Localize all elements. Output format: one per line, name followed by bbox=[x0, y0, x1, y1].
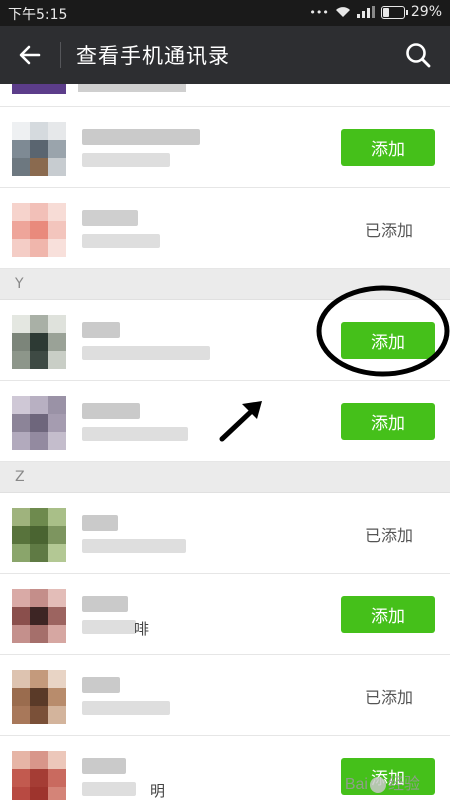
avatar bbox=[12, 508, 66, 562]
avatar bbox=[12, 396, 66, 450]
contact-name-blurred bbox=[82, 129, 200, 145]
signal-icon bbox=[356, 6, 375, 18]
list-item[interactable] bbox=[0, 84, 450, 107]
page-title: 查看手机通讯录 bbox=[76, 44, 230, 68]
avatar bbox=[12, 84, 66, 94]
contact-detail-tail: 啡 bbox=[134, 620, 150, 638]
list-item[interactable]: 已添加 bbox=[0, 655, 450, 736]
contact-name-blurred bbox=[82, 758, 126, 774]
contact-name-blurred bbox=[82, 322, 120, 338]
avatar bbox=[12, 589, 66, 643]
avatar bbox=[12, 315, 66, 369]
status-time: 下午5:15 bbox=[8, 7, 68, 23]
add-button[interactable]: 添加 bbox=[341, 322, 435, 359]
battery-percent: 29% bbox=[410, 4, 442, 20]
contact-detail-blurred bbox=[82, 539, 186, 553]
baidu-watermark: Bai 经验 bbox=[344, 776, 420, 793]
back-arrow-icon bbox=[19, 45, 41, 65]
app-bar: 查看手机通讯录 bbox=[0, 26, 450, 84]
contact-detail-tail: 明 bbox=[150, 782, 166, 800]
list-item[interactable]: 添加 bbox=[0, 300, 450, 381]
contact-detail-blurred bbox=[82, 782, 136, 796]
app-bar-divider bbox=[60, 42, 61, 68]
contact-detail-blurred bbox=[82, 701, 170, 715]
add-button[interactable]: 添加 bbox=[341, 403, 435, 440]
avatar bbox=[12, 670, 66, 724]
contact-name-blurred bbox=[82, 210, 138, 226]
list-item[interactable]: 啡 添加 bbox=[0, 574, 450, 655]
contact-name-blurred bbox=[78, 84, 186, 92]
list-item[interactable]: 添加 bbox=[0, 107, 450, 188]
added-status: 已添加 bbox=[364, 221, 413, 240]
contact-list[interactable]: 添加 已添加 Y 添加 添加 Z 已添加 啡 添加 已添加 明 添加 bbox=[0, 84, 450, 800]
search-button[interactable] bbox=[400, 37, 436, 73]
contact-name-blurred bbox=[82, 677, 120, 693]
contact-name-blurred bbox=[82, 403, 140, 419]
add-button[interactable]: 添加 bbox=[341, 129, 435, 166]
avatar bbox=[12, 203, 66, 257]
contact-detail-blurred bbox=[82, 234, 160, 248]
avatar bbox=[12, 751, 66, 800]
add-button[interactable]: 添加 bbox=[341, 596, 435, 633]
contact-detail-blurred bbox=[82, 153, 170, 167]
status-bar: 下午5:15 ••• 29% bbox=[0, 0, 450, 26]
list-item[interactable]: 添加 bbox=[0, 381, 450, 462]
added-status: 已添加 bbox=[364, 688, 413, 707]
search-icon bbox=[406, 43, 431, 68]
avatar bbox=[12, 122, 66, 176]
added-status: 已添加 bbox=[364, 526, 413, 545]
section-header-z: Z bbox=[0, 462, 450, 493]
contact-name-blurred bbox=[82, 596, 128, 612]
battery-icon bbox=[380, 5, 408, 19]
status-icons: ••• 29% bbox=[309, 4, 442, 20]
wifi-icon bbox=[335, 7, 350, 17]
alarm-icon: ••• bbox=[309, 5, 329, 19]
section-header-y: Y bbox=[0, 269, 450, 300]
list-item[interactable]: 已添加 bbox=[0, 493, 450, 574]
back-button[interactable] bbox=[12, 37, 48, 73]
paw-icon bbox=[369, 776, 386, 793]
contact-detail-blurred bbox=[82, 427, 188, 441]
contact-name-blurred bbox=[82, 515, 118, 531]
contact-detail-blurred bbox=[82, 620, 136, 634]
contact-detail-blurred bbox=[82, 346, 210, 360]
list-item[interactable]: 已添加 bbox=[0, 188, 450, 269]
